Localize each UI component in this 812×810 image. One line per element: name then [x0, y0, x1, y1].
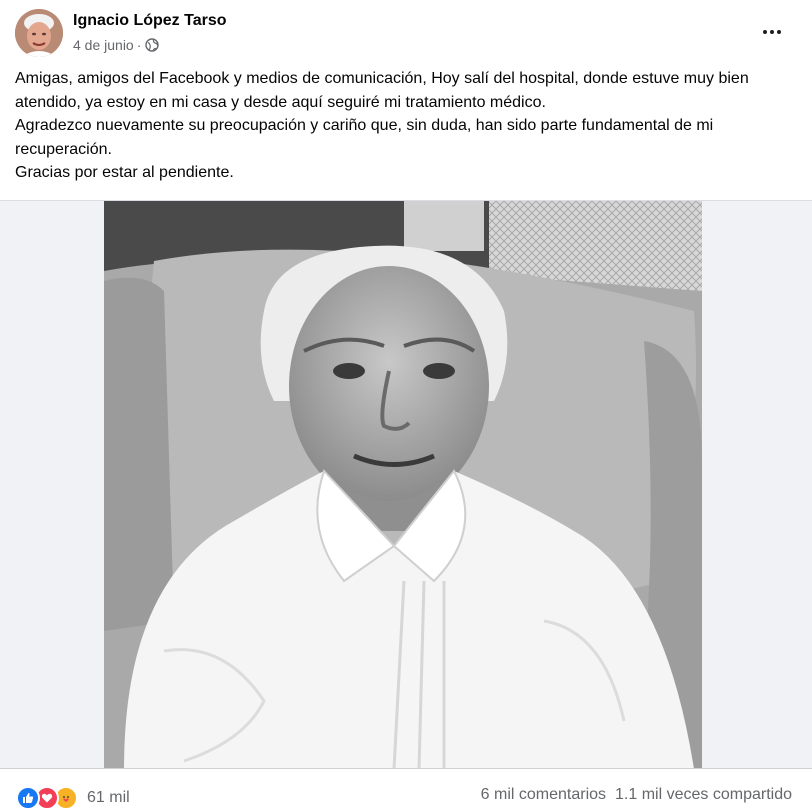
post-media — [0, 200, 812, 769]
post-date[interactable]: 4 de junio — [73, 37, 134, 53]
like-icon — [16, 786, 40, 810]
post-footer: 61 mil 6 mil comentarios 1.1 mil veces c… — [0, 768, 812, 810]
post-header: Ignacio López Tarso 4 de junio · — [0, 0, 812, 64]
shares-count[interactable]: 1.1 mil veces compartido — [615, 786, 792, 804]
post-text-line: Amigas, amigos del Facebook y medios de … — [15, 70, 749, 111]
reaction-count[interactable]: 61 mil — [87, 789, 130, 807]
more-dot — [777, 30, 781, 34]
globe-icon[interactable] — [145, 38, 160, 52]
post-photo[interactable] — [104, 201, 702, 769]
more-options-button[interactable] — [754, 20, 790, 44]
author-name[interactable]: Ignacio López Tarso — [73, 12, 227, 30]
more-dot — [770, 30, 774, 34]
comments-count[interactable]: 6 mil comentarios — [481, 786, 606, 804]
post-stats: 6 mil comentarios 1.1 mil veces comparti… — [481, 786, 792, 804]
reactions-summary[interactable]: 61 mil — [16, 786, 130, 810]
author-avatar[interactable] — [15, 9, 63, 57]
post-text-line: Agradezco nuevamente su preocupación y c… — [15, 117, 714, 158]
post-meta: 4 de junio · — [73, 37, 160, 53]
post-message: Amigas, amigos del Facebook y medios de … — [15, 67, 797, 185]
facebook-post: Ignacio López Tarso 4 de junio · Amigas,… — [0, 0, 812, 810]
meta-separator: · — [136, 37, 142, 53]
post-text-line: Gracias por estar al pendiente. — [15, 164, 234, 181]
more-horizontal-icon — [763, 30, 767, 34]
